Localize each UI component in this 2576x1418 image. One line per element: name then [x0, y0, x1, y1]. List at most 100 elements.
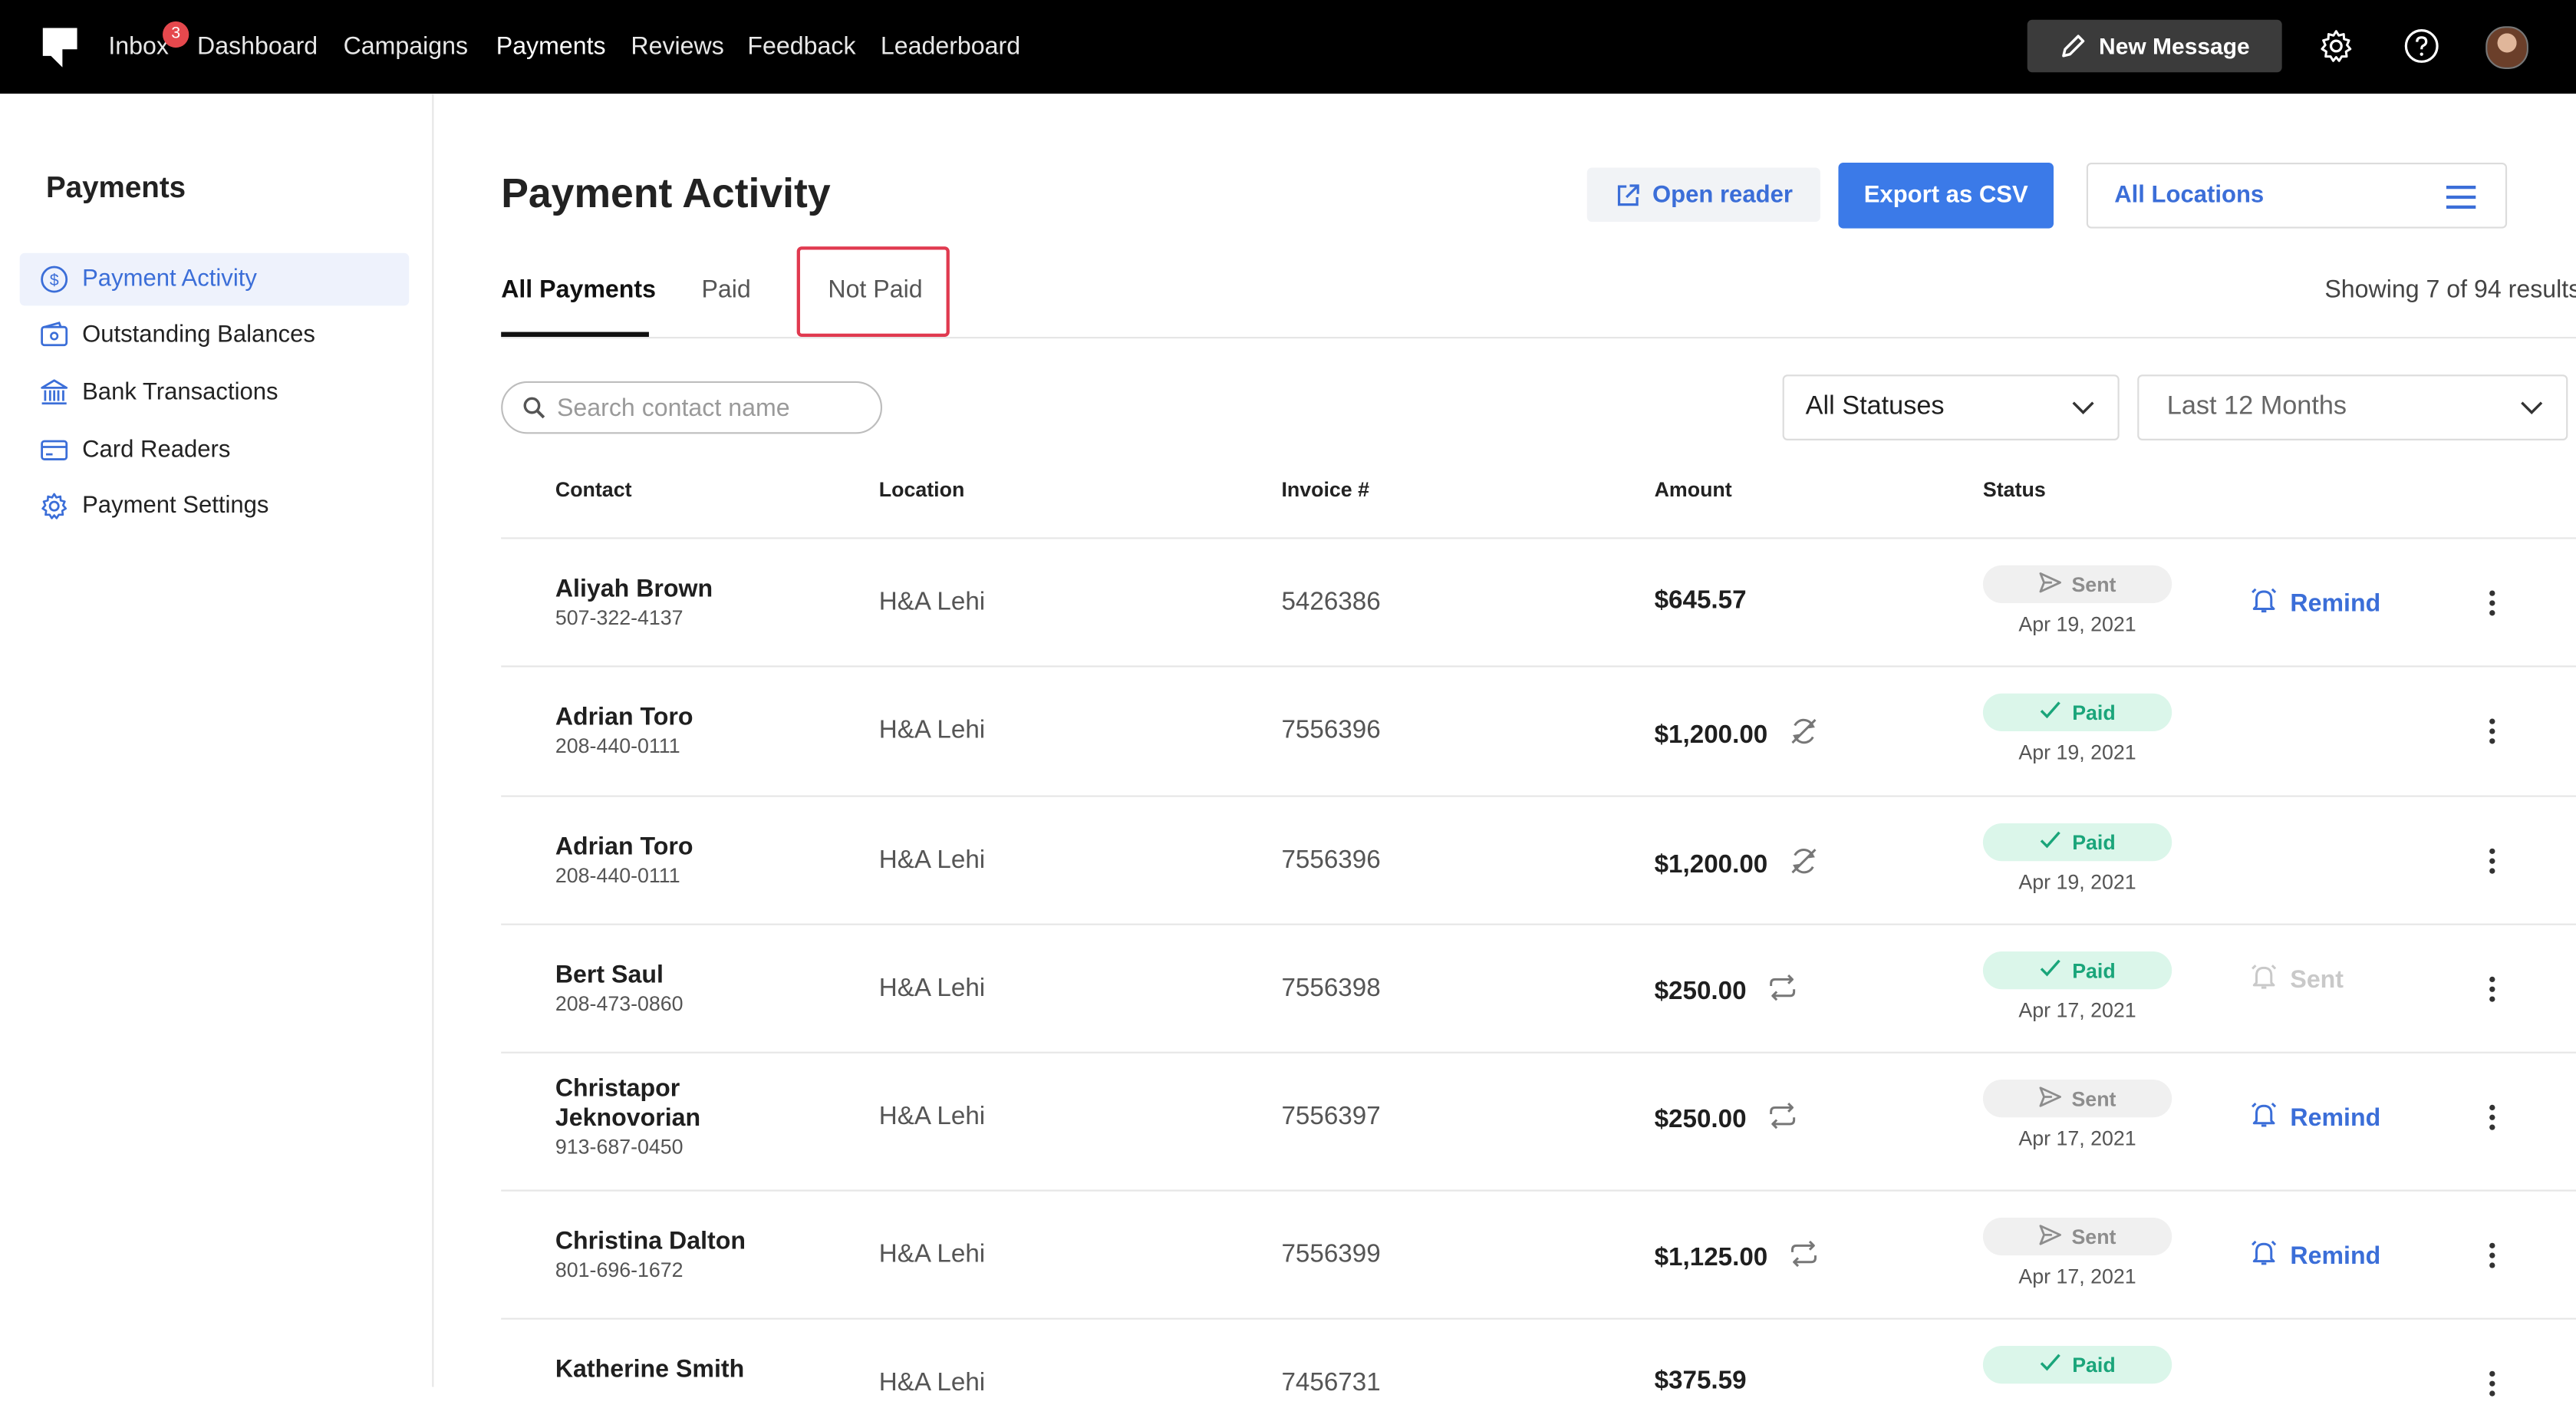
row-more-options-icon[interactable] — [2487, 846, 2497, 884]
row-more-options-icon[interactable] — [2487, 974, 2497, 1012]
row-more-options-icon[interactable] — [2487, 717, 2497, 754]
nav-leaderboard[interactable]: Leaderboard — [881, 0, 1020, 94]
row-more-options-icon[interactable] — [2487, 1241, 2497, 1278]
sidebar-item-label: Outstanding Balances — [82, 322, 315, 349]
column-header-status[interactable]: Status — [1983, 478, 2046, 501]
table-row[interactable]: Katherine Smith H&A Lehi 7456731 $375.59 Pai… — [501, 1317, 2576, 1418]
remind-button[interactable]: Remind — [2249, 585, 2380, 621]
nav-inbox[interactable]: Inbox — [108, 0, 169, 94]
invoice-number-cell[interactable]: 5426386 — [1281, 589, 1380, 618]
contact-cell[interactable]: Adrian Toro 208-440-0111 — [555, 833, 753, 888]
nav-campaigns[interactable]: Campaigns — [344, 0, 468, 94]
table-row[interactable]: Bert Saul 208-473-0860 H&A Lehi 7556398 $250… — [501, 923, 2576, 1054]
amount-value: $375.59 — [1654, 1367, 1747, 1396]
status-label: Paid — [2072, 830, 2116, 854]
bank-icon — [38, 376, 71, 409]
search-box[interactable] — [501, 381, 883, 434]
column-header-invoice[interactable]: Invoice # — [1281, 478, 1369, 501]
nav-dashboard[interactable]: Dashboard — [197, 0, 318, 94]
sidebar-item-payment-activity[interactable]: $ Payment Activity — [19, 252, 410, 306]
status-cell: Paid Apr 19, 2021 — [1982, 693, 2172, 764]
location-selector[interactable]: All Locations — [2086, 163, 2508, 229]
card-icon — [38, 434, 71, 467]
table-row[interactable]: Adrian Toro 208-440-0111 H&A Lehi 7556396 $1… — [501, 665, 2576, 796]
contact-phone: 208-473-0860 — [555, 992, 684, 1016]
tab-paid[interactable]: Paid — [701, 276, 750, 304]
invoice-number-cell[interactable]: 7556398 — [1281, 974, 1380, 1004]
sidebar-item-card-readers[interactable]: Card Readers — [20, 424, 410, 477]
contact-name: Bert Saul — [555, 961, 664, 990]
status-label: Sent — [2071, 572, 2116, 596]
recurring-icon — [1766, 1101, 1799, 1139]
sidebar-item-payment-settings[interactable]: Payment Settings — [20, 480, 410, 533]
status-badge: Sent — [1982, 565, 2172, 603]
status-label: Paid — [2072, 701, 2116, 724]
table-row[interactable]: Aliyah Brown 507-322-4137 H&A Lehi 5426386 $… — [501, 537, 2576, 667]
contact-name: Adrian Toro — [555, 703, 693, 732]
status-date: Apr 17, 2021 — [2018, 1265, 2136, 1289]
amount-value: $1,125.00 — [1654, 1243, 1768, 1271]
location-cell: H&A Lehi — [878, 1240, 986, 1269]
sidebar-item-outstanding-balances[interactable]: Outstanding Balances — [20, 309, 410, 362]
status-cell: Paid Apr 17, 2021 — [1982, 951, 2172, 1022]
status-filter-dropdown[interactable]: All Statuses — [1782, 374, 2120, 440]
table-row[interactable]: Christina Dalton 801-696-1672 H&A Lehi 7556… — [501, 1189, 2576, 1320]
column-header-contact[interactable]: Contact — [555, 478, 632, 501]
remind-label: Remind — [2290, 589, 2381, 618]
location-cell: H&A Lehi — [878, 974, 986, 1003]
nav-payments[interactable]: Payments — [496, 0, 606, 94]
tab-all-payments[interactable]: All Payments — [501, 276, 656, 304]
status-cell: Sent Apr 17, 2021 — [1982, 1217, 2172, 1289]
row-more-options-icon[interactable] — [2487, 589, 2497, 626]
nav-reviews[interactable]: Reviews — [631, 0, 723, 94]
settings-gear-icon[interactable] — [2318, 28, 2354, 64]
row-more-options-icon[interactable] — [2487, 1103, 2497, 1140]
new-message-button[interactable]: New Message — [2027, 19, 2282, 73]
svg-text:$: $ — [50, 271, 59, 289]
table-row[interactable]: Adrian Toro 208-440-0111 H&A Lehi 7556396 $1… — [501, 795, 2576, 925]
amount-value: $250.00 — [1654, 977, 1747, 1005]
contact-cell[interactable]: Bert Saul 208-473-0860 — [555, 961, 753, 1016]
no-sync-icon — [1787, 845, 1820, 886]
user-avatar[interactable] — [2485, 26, 2528, 69]
status-cell: Paid — [1982, 1345, 2172, 1384]
contact-cell[interactable]: Adrian Toro 208-440-0111 — [555, 704, 753, 758]
status-badge: Sent — [1982, 1217, 2172, 1256]
contact-name: Adrian Toro — [555, 833, 693, 862]
results-count: Showing 7 of 94 results — [2324, 275, 2576, 305]
invoice-number-cell[interactable]: 7456731 — [1281, 1369, 1380, 1399]
status-date: Apr 19, 2021 — [2018, 612, 2136, 636]
invoice-number-cell[interactable]: 7556399 — [1281, 1241, 1380, 1271]
period-filter-dropdown[interactable]: Last 12 Months — [2137, 374, 2568, 440]
column-header-location[interactable]: Location — [879, 478, 965, 501]
remind-button[interactable]: Remind — [2249, 1238, 2380, 1274]
status-filter-value: All Statuses — [1805, 392, 1945, 421]
chevron-down-icon — [2072, 401, 2094, 414]
sidebar-title: Payments — [45, 170, 186, 204]
invoice-number-cell[interactable]: 7556396 — [1281, 846, 1380, 876]
status-badge: Paid — [1982, 1345, 2172, 1384]
location-cell: H&A Lehi — [878, 588, 986, 617]
location-cell: H&A Lehi — [878, 716, 986, 745]
contact-cell[interactable]: Christapor Jeknovorian 913-687-0450 — [555, 1075, 753, 1159]
status-label: Sent — [2071, 1225, 2116, 1248]
help-question-icon[interactable] — [2403, 28, 2439, 64]
sidebar-item-bank-transactions[interactable]: Bank Transactions — [20, 367, 410, 420]
invoice-number-cell[interactable]: 7556397 — [1281, 1103, 1380, 1133]
table-row[interactable]: Christapor Jeknovorian 913-687-0450 H&A Le… — [501, 1051, 2576, 1192]
column-header-amount[interactable]: Amount — [1655, 478, 1732, 501]
row-more-options-icon[interactable] — [2487, 1369, 2497, 1406]
location-cell: H&A Lehi — [878, 1368, 986, 1397]
export-csv-button[interactable]: Export as CSV — [1838, 163, 2054, 229]
send-icon — [2039, 1086, 2062, 1112]
search-contact-input[interactable] — [557, 393, 861, 422]
contact-cell[interactable]: Katherine Smith — [555, 1356, 753, 1386]
contact-cell[interactable]: Christina Dalton 801-696-1672 — [555, 1228, 753, 1282]
remind-button[interactable]: Remind — [2249, 1100, 2380, 1136]
invoice-number-cell[interactable]: 7556396 — [1281, 717, 1380, 747]
contact-cell[interactable]: Aliyah Brown 507-322-4137 — [555, 575, 753, 630]
brand-logo[interactable] — [42, 28, 77, 68]
status-cell: Sent Apr 19, 2021 — [1982, 565, 2172, 636]
nav-feedback[interactable]: Feedback — [747, 0, 855, 94]
open-reader-button[interactable]: Open reader — [1586, 167, 1820, 223]
